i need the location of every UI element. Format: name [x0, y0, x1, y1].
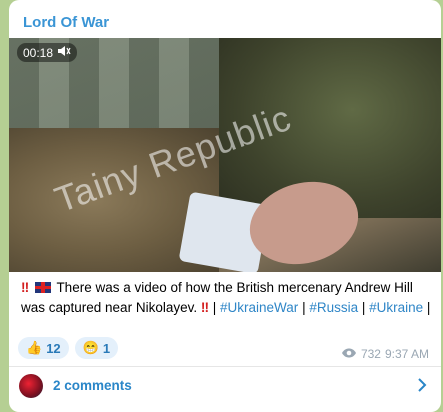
caption-sep: | [358, 300, 370, 315]
reaction-thumbs-up[interactable]: 👍 12 [18, 337, 69, 359]
reaction-count: 12 [46, 340, 61, 356]
channel-title[interactable]: Lord Of War [23, 14, 109, 31]
eye-icon [341, 347, 357, 361]
comments-label: 2 comments [53, 378, 132, 393]
caption-sep: | [298, 300, 310, 315]
message-time: 9:37 AM [384, 347, 429, 361]
reaction-grin[interactable]: 😁 1 [74, 337, 119, 359]
message-caption: ‼ There was a video of how the British m… [21, 278, 431, 318]
exclamation-icon: ‼ [21, 280, 30, 295]
video-player[interactable]: Tainy Republic 00:18 [9, 38, 441, 272]
chevron-right-icon [417, 376, 427, 399]
hashtag-russia[interactable]: #Russia [309, 300, 358, 315]
hashtag-ukrainewar[interactable]: #UkraineWar [220, 300, 298, 315]
message-meta: 732 9:37 AM [341, 347, 429, 361]
caption-sep: | [209, 300, 221, 315]
view-count: 732 [360, 347, 381, 361]
uk-flag-icon [34, 282, 51, 293]
grin-icon: 😁 [82, 340, 99, 355]
reactions-bar: 👍 12 😁 1 [18, 337, 119, 359]
caption-sep: | [423, 300, 431, 315]
comments-button[interactable]: 2 comments [9, 367, 441, 407]
message-bubble: Lord Of War Tainy Republic 00:18 ‼ There… [9, 0, 441, 412]
thumbs-up-icon: 👍 [26, 340, 43, 355]
mute-icon[interactable] [57, 45, 71, 60]
video-duration-badge[interactable]: 00:18 [17, 43, 78, 62]
exclamation-icon: ‼ [200, 300, 210, 315]
reaction-count: 1 [102, 340, 111, 356]
hashtag-ukraine[interactable]: #Ukraine [369, 300, 423, 315]
video-duration: 00:18 [23, 45, 54, 60]
avatar [19, 374, 43, 398]
